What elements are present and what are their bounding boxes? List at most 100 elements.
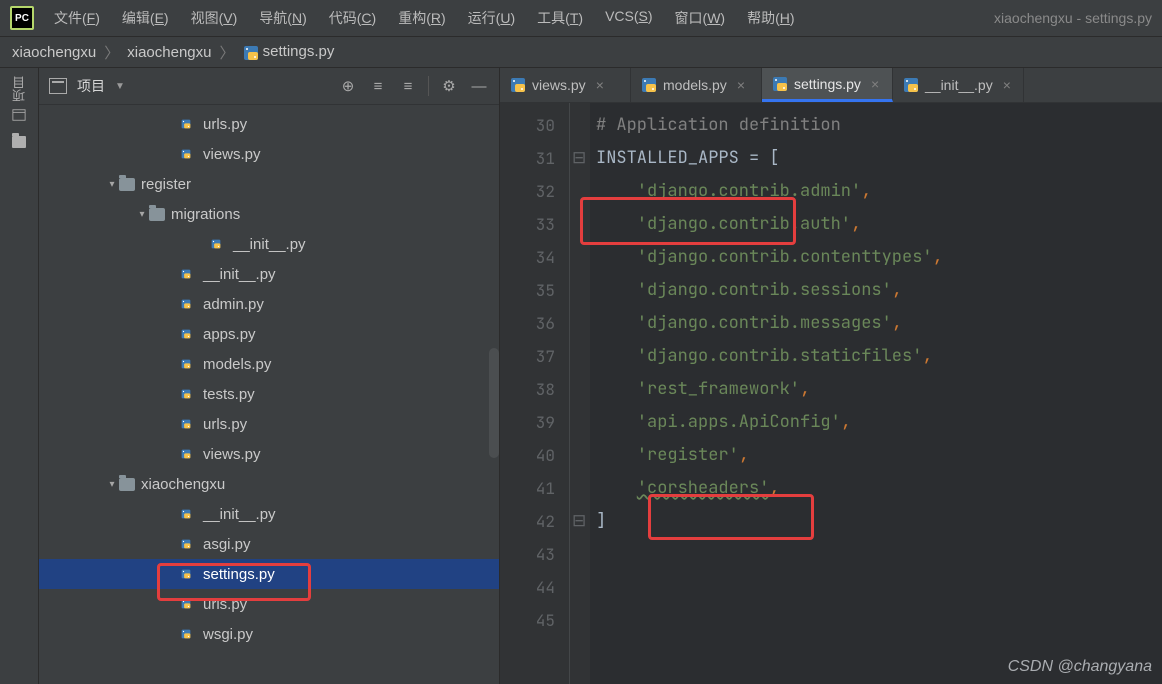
folder-icon [119,178,135,191]
structure-stripe-icon[interactable] [12,136,26,148]
tree-label: urls.py [203,116,247,133]
window-title: xiaochengxu - settings.py [994,10,1152,26]
code-line: 'django.contrib.contenttypes', [596,241,1162,274]
close-icon[interactable]: × [871,76,879,92]
gear-icon[interactable]: ⚙ [439,76,459,96]
editor-tab[interactable]: __init__.py × [893,68,1024,102]
tree-file[interactable]: views.py [39,439,499,469]
close-icon[interactable]: × [596,77,604,93]
breadcrumb-sep: 〉 [219,42,234,63]
close-icon[interactable]: × [737,77,745,93]
tree-label: xiaochengxu [141,476,225,493]
line-number: 33 [500,208,555,241]
python-file-icon [181,626,197,642]
editor-tab[interactable]: views.py× [500,68,631,102]
tree-file[interactable]: urls.py [39,109,499,139]
tree-file[interactable]: views.py [39,139,499,169]
menu-item-3[interactable]: 导航(N) [259,8,306,28]
menu-item-7[interactable]: 工具(T) [537,8,583,28]
tree-file[interactable]: models.py [39,349,499,379]
tree-label: register [141,176,191,193]
watermark: CSDN @changyana [1008,658,1152,676]
project-stripe-label: 项目 [10,76,29,102]
tab-label: settings.py [794,76,861,92]
left-toolwindow-stripe: 项目 [0,68,39,684]
project-tree[interactable]: urls.pyviews.py▾register▾migrations__ini… [39,105,499,684]
python-file-icon [772,76,788,92]
tree-file[interactable]: tests.py [39,379,499,409]
tree-file[interactable]: __init__.py [39,499,499,529]
tree-file[interactable]: asgi.py [39,529,499,559]
code-line: 'api.apps.ApiConfig', [596,406,1162,439]
line-number-gutter: 30313233343536373839404142434445 [500,103,570,684]
project-stripe-button[interactable]: 项目 [10,76,29,122]
code-line: 'django.contrib.staticfiles', [596,340,1162,373]
menu-item-9[interactable]: 窗口(W) [675,8,726,28]
menu-item-4[interactable]: 代码(C) [329,8,376,28]
python-file-icon [903,77,919,93]
editor-area: views.py×models.py×settings.py×__init__.… [500,68,1162,684]
tree-folder[interactable]: ▾ xiaochengxu [39,469,499,499]
breadcrumb-item[interactable]: xiaochengxu [12,44,96,61]
menu-item-2[interactable]: 视图(V) [191,8,238,28]
breadcrumb-item[interactable]: settings.py [243,43,335,60]
tree-label: __init__.py [203,266,276,283]
chevron-down-icon[interactable]: ▾ [135,209,149,220]
folder-icon [149,208,165,221]
python-file-icon [181,386,197,402]
breadcrumb-sep: 〉 [104,42,119,63]
tree-folder[interactable]: ▾ register [39,169,499,199]
tree-label: tests.py [203,386,255,403]
code-line: 'django.contrib.messages', [596,307,1162,340]
editor-tab[interactable]: settings.py × [762,68,893,102]
menu-item-1[interactable]: 编辑(E) [122,8,169,28]
tree-file[interactable]: urls.py [39,589,499,619]
code-editor[interactable]: # Application definition⊟INSTALLED_APPS … [590,103,1162,684]
tree-folder[interactable]: ▾migrations [39,199,499,229]
menu-item-5[interactable]: 重构(R) [398,8,445,28]
code-line: # Application definition [596,109,1162,142]
tree-file[interactable]: admin.py [39,289,499,319]
line-number: 32 [500,175,555,208]
editor-tab[interactable]: models.py× [631,68,762,102]
code-line: 'corsheaders', [596,472,1162,505]
project-panel: 项目 ▼ ⊕ ≡ ≡ ⚙ — urls.pyviews.py▾register▾… [39,68,500,684]
tree-file[interactable]: apps.py [39,319,499,349]
chevron-down-icon[interactable]: ▾ [105,179,119,190]
python-file-icon [181,296,197,312]
python-file-icon [181,116,197,132]
menu-item-8[interactable]: VCS(S) [605,8,652,28]
project-scrollbar[interactable] [489,348,499,458]
line-number: 43 [500,538,555,571]
code-line: 'django.contrib.sessions', [596,274,1162,307]
close-icon[interactable]: × [1003,77,1011,93]
menu-item-0[interactable]: 文件(F) [54,8,100,28]
fold-icon[interactable]: ⊟ [572,505,586,538]
collapse-all-icon[interactable]: ≡ [398,76,418,96]
tab-label: __init__.py [925,77,993,93]
python-file-icon [181,506,197,522]
tree-file[interactable]: wsgi.py [39,619,499,649]
folder-icon [119,478,135,491]
menu-item-6[interactable]: 运行(U) [468,8,515,28]
tree-file[interactable]: settings.py [39,559,499,589]
tree-file[interactable]: urls.py [39,409,499,439]
code-line: 'django.contrib.admin', [596,175,1162,208]
chevron-down-icon[interactable]: ▼ [115,81,125,92]
python-file-icon [641,77,657,93]
line-number: 31 [500,142,555,175]
hide-panel-icon[interactable]: — [469,76,489,96]
code-line: 'rest_framework', [596,373,1162,406]
breadcrumb-item[interactable]: xiaochengxu [127,44,211,61]
line-number: 37 [500,340,555,373]
locate-icon[interactable]: ⊕ [338,76,358,96]
line-number: 38 [500,373,555,406]
tree-file[interactable]: __init__.py [39,259,499,289]
line-number: 40 [500,439,555,472]
python-file-icon [181,356,197,372]
fold-icon[interactable]: ⊟ [572,142,586,175]
expand-all-icon[interactable]: ≡ [368,76,388,96]
menu-item-10[interactable]: 帮助(H) [747,8,794,28]
tree-file[interactable]: __init__.py [39,229,499,259]
chevron-down-icon[interactable]: ▾ [105,479,119,490]
